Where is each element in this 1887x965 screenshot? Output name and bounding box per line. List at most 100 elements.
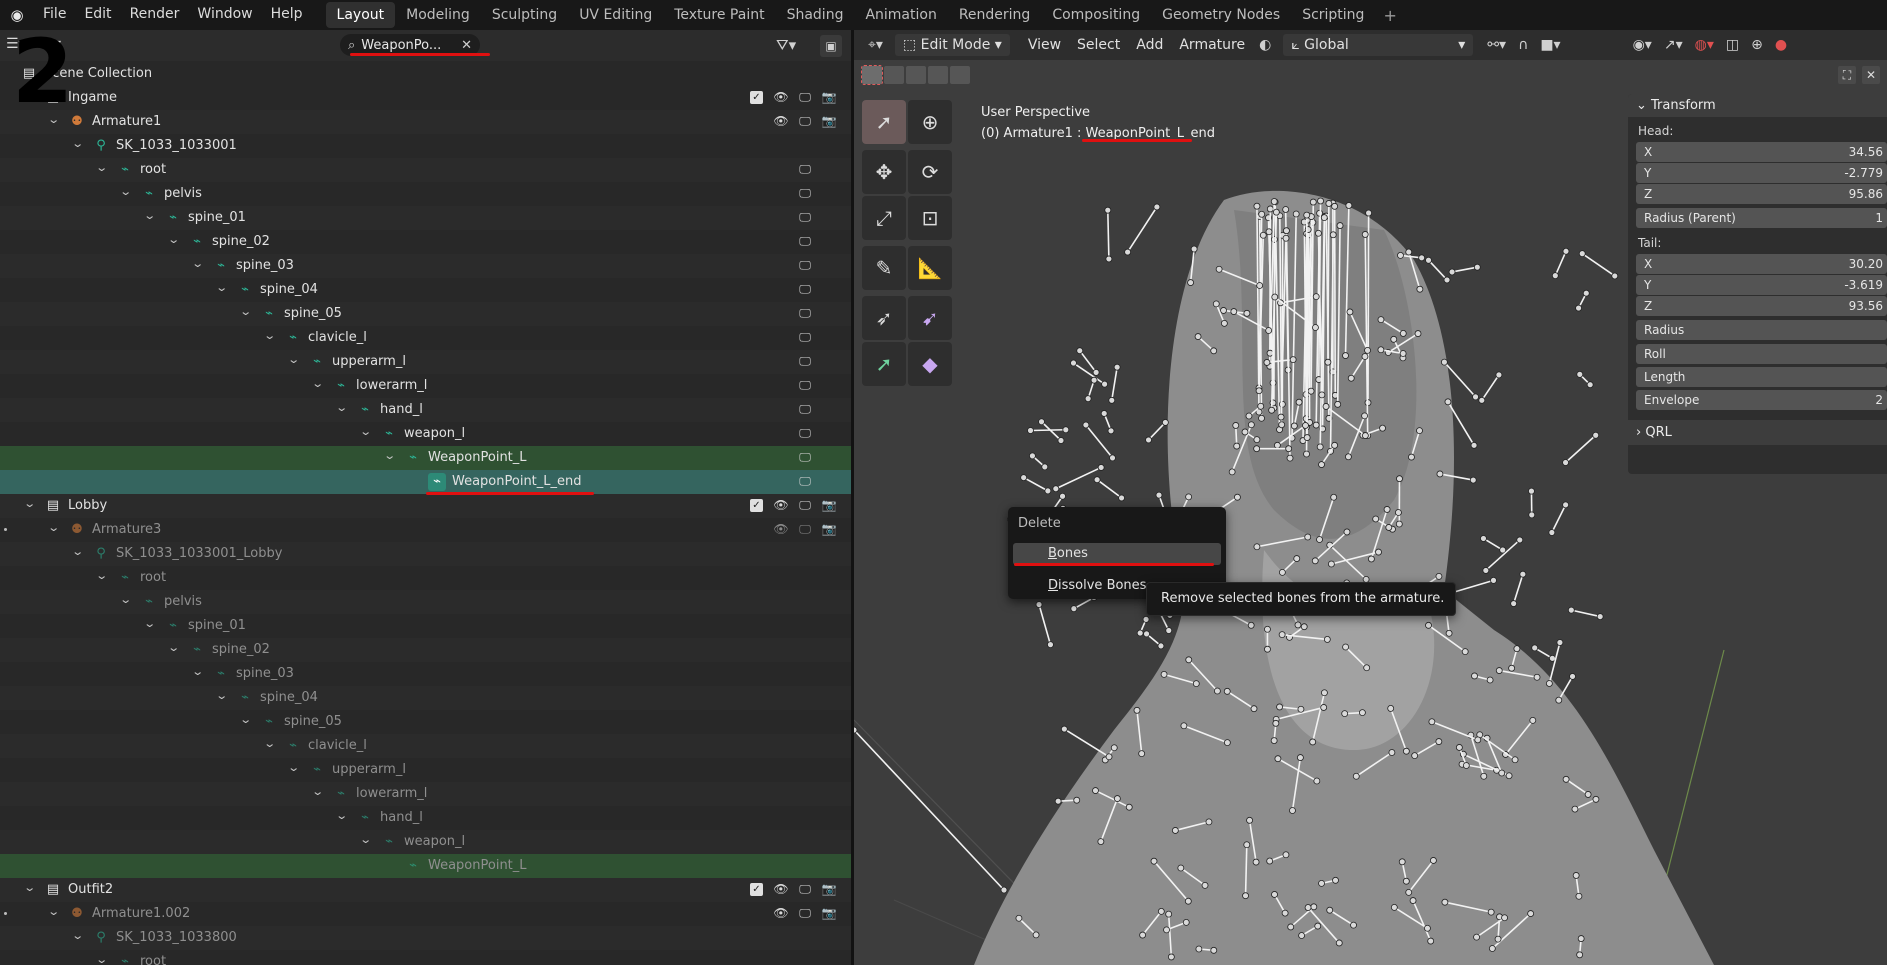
outliner-row[interactable]: ⌄ ⌁ spine_02 (0, 638, 851, 662)
chevron-down-icon[interactable]: ⌄ (191, 665, 211, 678)
exclude-checkbox[interactable]: ✓ (750, 883, 763, 896)
outliner-row[interactable]: ⌄ ⌁ spine_02 🖵 (0, 230, 851, 254)
camera-icon[interactable]: 📷 (821, 498, 837, 512)
outliner-row[interactable]: ⌄ ⌁ upperarm_l 🖵 (0, 350, 851, 374)
menu-select[interactable]: Select (1069, 34, 1128, 56)
gizmo-icon[interactable]: ↗▾ (1658, 37, 1689, 53)
tab-layout[interactable]: Layout (325, 2, 396, 28)
editor-type-icon[interactable]: ⌖▾ (862, 37, 889, 53)
chevron-down-icon[interactable]: ⌄ (191, 257, 211, 270)
chevron-down-icon[interactable]: ⌄ (119, 593, 139, 606)
transform-panel-header[interactable]: ⌄ Transform (1628, 94, 1887, 117)
chevron-down-icon[interactable]: ⌄ (335, 809, 355, 822)
transform-tool-icon[interactable]: ⊡ (908, 196, 952, 240)
outliner-row[interactable]: ⌄ ⌁ pelvis 🖵 (0, 182, 851, 206)
monitor-icon[interactable]: 🖵 (797, 450, 813, 465)
monitor-icon[interactable]: 🖵 (797, 258, 813, 273)
cursor-tool-icon[interactable]: ⊕ (908, 100, 952, 144)
xray-icon[interactable]: ◫ (1720, 37, 1745, 53)
exclude-checkbox[interactable]: ✓ (750, 499, 763, 512)
eye-icon[interactable]: 👁 (773, 522, 789, 536)
clear-search-icon[interactable]: ✕ (461, 38, 472, 53)
tab-animation[interactable]: Animation (854, 2, 947, 28)
head-z-field[interactable]: Z 95.86 (1636, 184, 1887, 204)
tail-y-field[interactable]: Y -3.619 (1636, 275, 1887, 295)
outliner-row[interactable]: ⌁ WeaponPoint_L (0, 854, 851, 878)
visibility-icon[interactable]: ◉▾ (1627, 37, 1658, 53)
chevron-down-icon[interactable]: ⌄ (311, 377, 331, 390)
chevron-down-icon[interactable]: ⌄ (47, 521, 67, 534)
chevron-down-icon[interactable]: ⌄ (263, 737, 283, 750)
chevron-down-icon[interactable]: ⌄ (263, 329, 283, 342)
envelope-field[interactable]: Envelope 2 (1636, 390, 1887, 410)
outliner-row[interactable]: ⌄ ⚲ SK_1033_1033800 (0, 926, 851, 950)
outliner-row[interactable]: ⌄ ⌁ root (0, 950, 851, 965)
chevron-down-icon[interactable]: ⌄ (383, 449, 403, 462)
select-invert-icon[interactable] (928, 66, 948, 84)
chevron-down-icon[interactable]: ⌄ (71, 929, 91, 942)
chevron-down-icon[interactable]: ⌄ (239, 713, 259, 726)
monitor-icon[interactable]: 🖵 (797, 210, 813, 225)
outliner-row[interactable]: ⌄ ⚲ SK_1033_1033001_Lobby (0, 542, 851, 566)
monitor-icon[interactable]: 🖵 (797, 402, 813, 417)
outliner-row[interactable]: ⌄ ⚉ Armature3 👁 🖵 📷 (0, 518, 851, 542)
tail-x-field[interactable]: X 30.20 (1636, 254, 1887, 274)
chevron-down-icon[interactable]: ⌄ (71, 545, 91, 558)
length-field[interactable]: Length (1636, 367, 1887, 387)
tail-z-field[interactable]: Z 93.56 (1636, 296, 1887, 316)
chevron-down-icon[interactable]: ⌄ (143, 209, 163, 222)
outliner-row[interactable]: ⌄ ⌁ spine_05 🖵 (0, 302, 851, 326)
outliner-row[interactable]: ⌄ ⌁ weapon_l 🖵 (0, 422, 851, 446)
camera-icon[interactable]: 📷 (821, 522, 837, 536)
outliner-row[interactable]: ⌄ ⚉ Armature1 👁 🖵 📷 (0, 110, 851, 134)
eye-icon[interactable]: 👁 (773, 906, 789, 920)
outliner-row[interactable]: ⌄ ⌁ pelvis (0, 590, 851, 614)
monitor-icon[interactable]: 🖵 (797, 882, 813, 897)
monitor-icon[interactable]: 🖵 (797, 186, 813, 201)
outliner-row[interactable]: ⌄ ⚲ SK_1033_1033001 (0, 134, 851, 158)
outliner-row[interactable]: ⌄ ⌁ spine_03 🖵 (0, 254, 851, 278)
annotate-tool-icon[interactable]: ✎ (862, 246, 906, 290)
monitor-icon[interactable]: 🖵 (797, 426, 813, 441)
exclude-checkbox[interactable]: ✓ (750, 91, 763, 104)
outliner-row[interactable]: ⌄ ▤ Ingame ✓ 👁 🖵 📷 (0, 86, 851, 110)
outliner-row[interactable]: ⌄ ⌁ WeaponPoint_L 🖵 (0, 446, 851, 470)
chevron-down-icon[interactable]: ⌄ (23, 881, 43, 894)
pose-position-icon[interactable]: ◐ (1253, 37, 1277, 53)
monitor-icon[interactable]: 🖵 (797, 522, 813, 537)
chevron-down-icon[interactable]: ⌄ (215, 281, 235, 294)
chevron-down-icon[interactable]: ⌄ (47, 905, 67, 918)
chevron-down-icon[interactable]: ⌄ (143, 617, 163, 630)
qrl-panel-header[interactable]: › QRL (1628, 420, 1887, 445)
tab-texture-paint[interactable]: Texture Paint (663, 2, 775, 28)
menu-help[interactable]: Help (262, 0, 312, 30)
menu-window[interactable]: Window (188, 0, 261, 30)
monitor-icon[interactable]: 🖵 (797, 378, 813, 393)
filter-icon[interactable]: ⛛▾ (776, 36, 796, 54)
outliner-row[interactable]: ⌄ ⌁ spine_03 (0, 662, 851, 686)
snap-icon[interactable]: ∩ (1512, 37, 1534, 53)
monitor-icon[interactable]: 🖵 (797, 906, 813, 921)
mode-dropdown[interactable]: ⬚ Edit Mode ▾ (894, 34, 1010, 56)
chevron-down-icon[interactable]: ⌄ (119, 185, 139, 198)
tab-scripting[interactable]: Scripting (1291, 2, 1375, 28)
tab-uv-editing[interactable]: UV Editing (568, 2, 663, 28)
monitor-icon[interactable]: 🖵 (797, 330, 813, 345)
snap-target-icon[interactable]: ■▾ (1534, 37, 1566, 53)
move-tool-icon[interactable]: ✥ (862, 150, 906, 194)
measure-tool-icon[interactable]: 📐 (908, 246, 952, 290)
roll-field[interactable]: Roll (1636, 344, 1887, 364)
eye-icon[interactable]: 👁 (773, 90, 789, 104)
menu-edit[interactable]: Edit (75, 0, 120, 30)
select-box-tool-icon[interactable]: ➚ (862, 100, 906, 144)
monitor-icon[interactable]: 🖵 (797, 306, 813, 321)
chevron-down-icon[interactable]: ⌄ (95, 569, 115, 582)
head-x-field[interactable]: X 34.56 (1636, 142, 1887, 162)
outliner-row[interactable]: ⌄ ⌁ clavicle_l (0, 734, 851, 758)
tab-rendering[interactable]: Rendering (948, 2, 1042, 28)
outliner-row[interactable]: ⌄ ⌁ lowerarm_l (0, 782, 851, 806)
eye-icon[interactable]: 👁 (773, 498, 789, 512)
outliner-row[interactable]: ⌄ ⌁ spine_04 (0, 686, 851, 710)
select-subtract-icon[interactable] (906, 66, 926, 84)
bone-size-tool-icon[interactable]: ➹ (908, 296, 952, 340)
